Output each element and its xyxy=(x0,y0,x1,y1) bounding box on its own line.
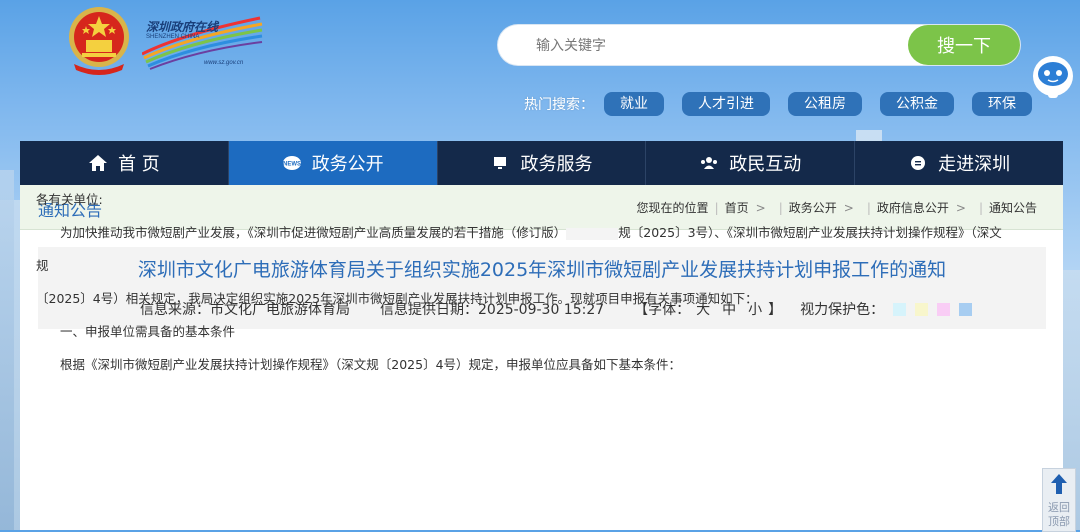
brand-text-cn: 深圳政府在线 xyxy=(146,20,219,34)
nav-item-interaction[interactable]: 政民互动 xyxy=(646,141,856,185)
nav-label: 政务服务 xyxy=(520,154,593,175)
back-to-top-label: 返回顶部 xyxy=(1048,501,1070,528)
brand-url: www.sz.gov.cn xyxy=(204,60,244,66)
nav-label: 政民互动 xyxy=(729,154,802,175)
paragraph-text: 〔2025〕4号）相关规定，我局决定组织实施2025年深圳市微短剧产业发展扶持计… xyxy=(36,291,758,306)
hot-tag-talent[interactable]: 人才引进 xyxy=(682,92,770,116)
search-button[interactable]: 搜一下 xyxy=(908,25,1020,65)
nav-item-gov-affairs[interactable]: NEWS 政务公开 xyxy=(228,141,438,185)
news-icon: NEWS xyxy=(282,156,301,170)
hot-tag-housing-fund[interactable]: 公积金 xyxy=(880,92,954,116)
search-input[interactable] xyxy=(534,33,898,59)
nav-item-gov-services[interactable]: 政务服务 xyxy=(438,141,647,185)
svg-text:NEWS: NEWS xyxy=(283,162,301,168)
people-icon xyxy=(701,157,718,169)
main-nav: 首 页 NEWS 政务公开 政务服务 政民互动 走进深圳 xyxy=(20,141,1063,185)
nav-label: 首 页 xyxy=(118,154,160,175)
nav-label: 政务公开 xyxy=(311,154,384,175)
paragraph-text: 根据《深圳市微短剧产业发展扶持计划操作规程》（深文规〔2025〕4号）规定，申报… xyxy=(60,357,682,372)
hot-search: 热门搜索： 就业 人才引进 公租房 公积金 环保 xyxy=(524,91,1050,117)
back-to-top-button[interactable]: 返回顶部 xyxy=(1042,468,1076,532)
chat-icon xyxy=(911,156,926,170)
nav-item-home[interactable]: 首 页 xyxy=(20,141,229,185)
salutation: 各有关单位: xyxy=(36,192,103,207)
brand-text-en: SHENZHEN CHINA xyxy=(146,34,200,40)
hot-tag-environment[interactable]: 环保 xyxy=(972,92,1032,116)
hot-search-label: 热门搜索： xyxy=(524,97,594,113)
hot-tag-jobs[interactable]: 就业 xyxy=(604,92,664,116)
search-box: 搜一下 xyxy=(498,25,1020,65)
nav-item-about-shenzhen[interactable]: 走进深圳 xyxy=(855,141,1063,185)
paragraph-text: 为加快推动我市微短剧产业发展，《深圳市促进微短剧产业高质量发展的若干措施（修订版… xyxy=(60,225,567,240)
hot-tag-public-housing[interactable]: 公租房 xyxy=(788,92,862,116)
nav-label: 走进深圳 xyxy=(938,154,1011,175)
redacted-block xyxy=(566,227,619,240)
article-body: 各有关单位: 为加快推动我市微短剧产业发展，《深圳市促进微短剧产业高质量发展的若… xyxy=(36,183,1011,381)
monitor-icon xyxy=(494,157,507,169)
section-heading: 一、申报单位需具备的基本条件 xyxy=(60,324,236,339)
arrow-up-icon xyxy=(1051,474,1067,494)
national-emblem-icon xyxy=(69,7,129,75)
home-icon xyxy=(89,155,108,171)
